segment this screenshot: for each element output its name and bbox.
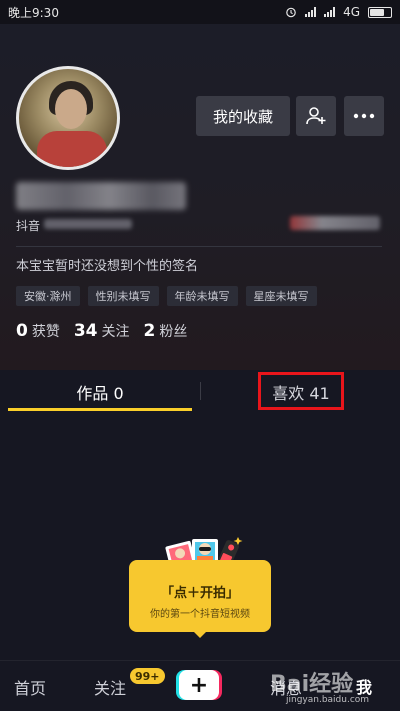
- extra-info-blurred: [290, 216, 380, 230]
- stat-followers[interactable]: 2 粉丝: [144, 321, 188, 341]
- stat-followers-value: 2: [143, 321, 156, 341]
- prompt-title: 「点＋开拍」: [160, 586, 239, 601]
- douyin-id-label: 抖音: [16, 219, 41, 233]
- likes-tab-highlight: [258, 372, 344, 410]
- watermark-url: jingyan.baidu.com: [286, 695, 370, 705]
- start-shooting-prompt[interactable]: 「点＋开拍」 你的第一个抖音短视频: [129, 560, 271, 632]
- nav-follow[interactable]: 关注: [94, 675, 126, 699]
- alarm-icon: [286, 7, 296, 18]
- more-button[interactable]: [344, 96, 384, 136]
- stat-likes-value: 0: [16, 321, 28, 341]
- profile-divider: [16, 246, 382, 247]
- status-indicators: 4G: [285, 5, 392, 19]
- prompt-subtitle: 你的第一个抖音短视频: [150, 609, 250, 620]
- nav-home[interactable]: 首页: [14, 675, 46, 699]
- my-favorites-button[interactable]: 我的收藏: [196, 96, 290, 136]
- stat-following-label: 关注: [101, 324, 130, 340]
- battery-icon: [368, 6, 392, 18]
- signal-icon: [305, 7, 317, 17]
- tag-age[interactable]: 年龄未填写: [166, 286, 238, 306]
- add-user-icon: [306, 107, 326, 125]
- username-blurred: [16, 182, 186, 210]
- stat-following-value: 34: [73, 321, 98, 341]
- stat-followers-label: 粉丝: [159, 324, 188, 340]
- tab-separator: [200, 382, 201, 400]
- status-bar: 晚上9:30 4G: [0, 0, 400, 24]
- stat-likes-label: 获赞: [31, 324, 60, 340]
- avatar-face: [55, 89, 87, 129]
- avatar-body: [37, 131, 107, 167]
- tag-constellation[interactable]: 星座未填写: [245, 286, 317, 306]
- more-dots-icon: [353, 113, 375, 119]
- stat-following[interactable]: 34 关注: [74, 321, 130, 341]
- prompt-pointer: [192, 630, 208, 638]
- tag-location[interactable]: 安徽·滁州: [16, 286, 80, 306]
- tab-active-indicator: [8, 408, 192, 411]
- signal-icon-2: [324, 7, 336, 17]
- avatar[interactable]: [16, 66, 120, 170]
- baidu-jingyan-watermark: Bai经验: [270, 672, 354, 697]
- plus-icon: +: [179, 670, 219, 700]
- profile-tags: 安徽·滁州 性别未填写 年龄未填写 星座未填写: [16, 286, 317, 306]
- network-type: 4G: [343, 5, 360, 19]
- stat-likes: 0 获赞: [16, 321, 60, 341]
- status-time: 晚上9:30: [8, 5, 59, 20]
- tag-gender[interactable]: 性别未填写: [87, 286, 159, 306]
- add-friend-button[interactable]: [296, 96, 336, 136]
- signature-text[interactable]: 本宝宝暂时还没想到个性的签名: [16, 255, 198, 274]
- create-video-button[interactable]: +: [176, 670, 222, 700]
- profile-stats: 0 获赞 34 关注 2 粉丝: [16, 321, 187, 341]
- follow-badge: 99+: [130, 668, 165, 684]
- douyin-id-blurred: [44, 219, 132, 229]
